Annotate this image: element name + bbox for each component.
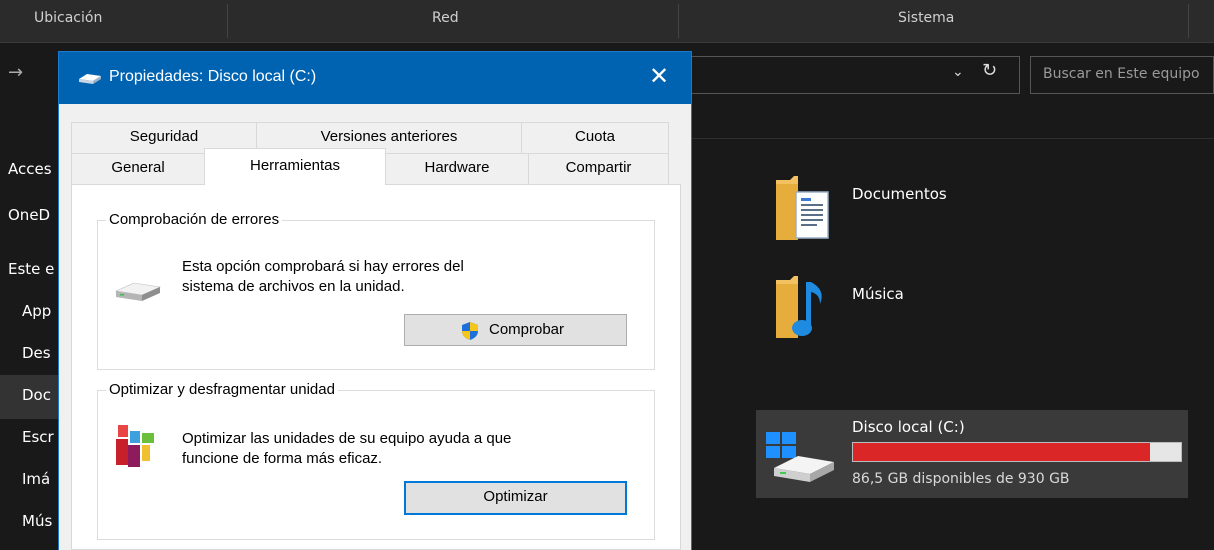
dialog-title: Propiedades: Disco local (C:) xyxy=(109,68,317,85)
dialog-titlebar[interactable]: Propiedades: Disco local (C:) ✕ xyxy=(59,52,691,104)
folder-label-musica[interactable]: Música xyxy=(852,285,904,303)
ribbon-separator xyxy=(678,4,679,38)
drive-icon xyxy=(766,432,834,482)
music-folder-icon xyxy=(776,276,822,338)
error-check-group: Comprobación de errores Esta opción comp… xyxy=(97,211,655,370)
error-check-desc-line2: sistema de archivos en la unidad. xyxy=(182,278,405,295)
nav-item-quick-access[interactable]: Acces xyxy=(8,160,52,178)
nav-item-onedrive[interactable]: OneD xyxy=(8,206,50,224)
ribbon-separator xyxy=(1188,4,1189,38)
tab-general[interactable]: General xyxy=(71,153,205,185)
drive-icon xyxy=(79,74,101,84)
hard-drive-icon xyxy=(114,282,162,301)
tab-compartir[interactable]: Compartir xyxy=(528,153,669,185)
drive-tile-c[interactable]: Disco local (C:) 86,5 GB disponibles de … xyxy=(756,410,1188,498)
ribbon-group-headers: Ubicación Red Sistema xyxy=(0,0,1214,43)
section-divider xyxy=(690,112,1214,139)
ribbon-group-network: Red xyxy=(432,10,459,26)
properties-dialog: Propiedades: Disco local (C:) ✕ Segurida… xyxy=(59,52,691,550)
error-check-desc-line1: Esta opción comprobará si hay errores de… xyxy=(182,258,464,275)
nav-item-documents[interactable]: Doc xyxy=(22,386,51,404)
optimize-group: Optimizar y desfragmentar unidad Optimiz… xyxy=(97,381,655,540)
ribbon-group-location: Ubicación xyxy=(34,10,103,26)
defrag-icon xyxy=(116,425,154,467)
drive-usage-bar xyxy=(852,442,1182,462)
close-icon[interactable]: ✕ xyxy=(649,62,669,91)
uac-shield-icon xyxy=(462,322,478,340)
drive-free-space: 86,5 GB disponibles de 930 GB xyxy=(852,471,1070,487)
chevron-down-icon[interactable]: ⌄ xyxy=(952,64,964,80)
drive-name: Disco local (C:) xyxy=(852,418,965,436)
forward-arrow-icon[interactable]: → xyxy=(8,62,23,83)
nav-item-images[interactable]: Imá xyxy=(22,470,50,488)
comprobar-button[interactable]: Comprobar xyxy=(404,314,627,346)
nav-item-desktop[interactable]: Des xyxy=(22,344,51,362)
tools-panel: Comprobación de errores Esta opción comp… xyxy=(71,184,681,550)
optimizar-button[interactable]: Optimizar xyxy=(404,481,627,515)
folder-label-documentos[interactable]: Documentos xyxy=(852,185,947,203)
nav-item-apps[interactable]: App xyxy=(22,302,51,320)
folder-documentos[interactable] xyxy=(770,170,830,250)
nav-item-this-pc[interactable]: Este e xyxy=(8,260,54,278)
tab-hardware[interactable]: Hardware xyxy=(385,153,529,185)
error-check-title: Comprobación de errores xyxy=(106,211,283,228)
documents-folder-icon xyxy=(776,176,829,240)
search-input[interactable]: Buscar en Este equipo xyxy=(1030,56,1214,94)
ribbon-separator xyxy=(227,4,228,38)
tab-herramientas[interactable]: Herramientas xyxy=(204,148,386,185)
tab-cuota[interactable]: Cuota xyxy=(521,122,669,154)
ribbon-group-system: Sistema xyxy=(898,10,955,26)
optimize-title: Optimizar y desfragmentar unidad xyxy=(106,381,338,398)
optimize-desc-line2: funcione de forma más eficaz. xyxy=(182,450,383,467)
optimize-desc-line1: Optimizar las unidades de su equipo ayud… xyxy=(182,430,512,447)
nav-item-desktop2[interactable]: Escr xyxy=(22,428,54,446)
nav-item-music[interactable]: Mús xyxy=(22,512,52,530)
refresh-icon[interactable]: ↻ xyxy=(982,60,997,81)
drive-usage-fill xyxy=(853,443,1151,461)
comprobar-button-label: Comprobar xyxy=(488,321,565,338)
address-bar[interactable] xyxy=(690,56,1020,94)
folder-musica[interactable] xyxy=(770,272,830,352)
